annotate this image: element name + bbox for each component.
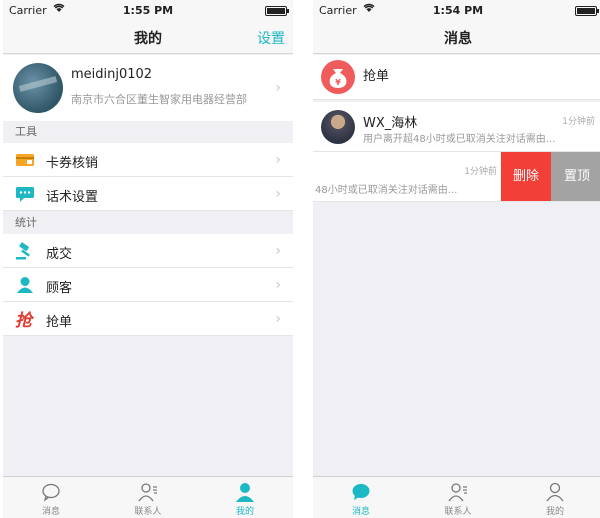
delete-button[interactable]: 删除 [501,152,551,201]
pin-to-top-button[interactable]: 置顶 [551,152,600,201]
page-title: 消息 [444,31,472,47]
chevron-right-icon: › [275,152,281,168]
menu-item-label: 成交 [46,247,73,262]
menu-item-phrases[interactable]: 话术设置 › [3,177,293,211]
menu-item-deals[interactable]: 成交 › [3,234,293,268]
tab-label: 我的 [235,507,254,517]
chevron-right-icon: › [275,277,281,293]
conversation-preview: 用户离开超48小时或已取消关注对话需由... [363,134,556,145]
profile-company: 南京市六合区董生智家用电器经营部 [71,93,247,106]
tab-label: 消息 [351,507,370,517]
contacts-icon [138,482,158,502]
battery-icon [575,6,599,16]
tab-messages[interactable]: 消息 [313,477,409,518]
message-icon [351,482,371,502]
page-title: 我的 [134,31,162,47]
profile-icon [545,482,565,502]
avatar [13,63,63,113]
battery-icon [265,6,289,16]
messages-screen: Carrier 1:54 PM 消息 ¥ 抢单 WX_海林 1分钟前 用户离开超… [313,0,600,518]
profile-card[interactable]: meidinj0102 南京市六合区董生智家用电器经营部 › [3,55,293,121]
tab-contacts[interactable]: 联系人 [100,477,196,518]
menu-item-label: 话术设置 [46,190,99,205]
menu-item-customers[interactable]: 顾客 › [3,268,293,302]
money-bag-icon: ¥ [321,60,355,94]
nav-bar: 我的 设置 [3,20,293,54]
menu-item-grab-orders[interactable]: 抢 抢单 › [3,302,293,336]
tab-contacts[interactable]: 联系人 [410,477,506,518]
status-time: 1:54 PM [432,4,484,17]
status-bar: Carrier 1:55 PM [3,0,293,20]
grab-order-entry[interactable]: ¥ 抢单 [313,55,600,100]
conversation-time: 1分钟前 [464,167,497,177]
conversation-item-swiped[interactable]: 1分钟前 48小时或已取消关注对话需由... 删除 置顶 [313,152,600,202]
tab-messages[interactable]: 消息 [3,477,99,518]
profile-name: meidinj0102 [71,67,153,82]
menu-item-label: 顾客 [46,281,73,296]
conversation-name: WX_海林 [363,116,418,131]
conversation-item[interactable]: WX_海林 1分钟前 用户离开超48小时或已取消关注对话需由... [313,102,600,152]
chat-bubble-icon [15,185,35,203]
grab-order-label: 抢单 [363,69,390,84]
conversation-time: 1分钟前 [562,117,595,127]
chevron-right-icon: › [275,80,281,96]
tab-label: 我的 [545,507,564,517]
menu-item-voucher[interactable]: 卡券核销 › [3,143,293,177]
profile-icon [235,482,255,502]
tab-bar: 消息 联系人 我的 [3,476,293,518]
tab-profile[interactable]: 我的 [507,477,600,518]
menu-item-label: 卡券核销 [46,156,99,171]
tab-label: 联系人 [134,507,162,517]
section-header-stats: 统计 [3,212,293,234]
section-header-tools: 工具 [3,121,293,143]
profile-screen: Carrier 1:55 PM 我的 设置 meidinj0102 南京市六合区… [3,0,293,518]
status-time: 1:55 PM [122,4,174,17]
chevron-right-icon: › [275,186,281,202]
avatar [321,110,355,144]
tab-profile[interactable]: 我的 [197,477,293,518]
menu-item-label: 抢单 [46,315,73,330]
grab-order-icon: 抢 [15,310,35,331]
user-icon [15,276,35,294]
voucher-icon [15,151,35,169]
message-icon [41,482,61,502]
settings-button[interactable]: 设置 [257,28,285,48]
status-bar: Carrier 1:54 PM [313,0,600,20]
svg-text:抢: 抢 [15,311,35,328]
conversation-preview: 48小时或已取消关注对话需由... [315,185,458,196]
nav-bar: 消息 [313,20,600,54]
contacts-icon [448,482,468,502]
svg-text:¥: ¥ [335,78,341,87]
tab-bar: 消息 联系人 我的 [313,476,600,518]
chevron-right-icon: › [275,311,281,327]
chevron-right-icon: › [275,243,281,259]
gavel-icon [15,242,35,260]
tab-label: 消息 [41,507,60,517]
tab-label: 联系人 [444,507,472,517]
